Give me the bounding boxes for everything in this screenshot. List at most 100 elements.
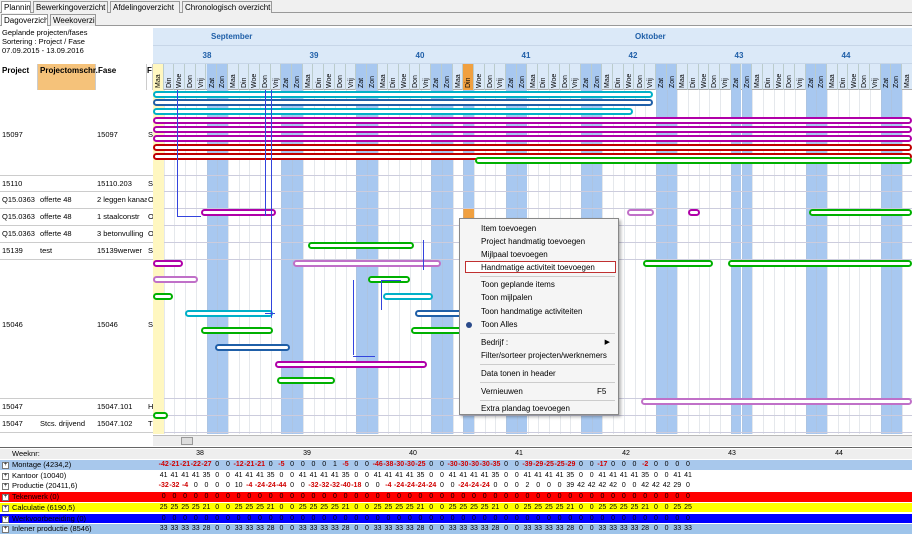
row-fase[interactable]: 2 leggen kanaal (97, 195, 147, 204)
capacity-cell: 0 (643, 493, 648, 501)
gantt-bar[interactable] (153, 91, 653, 98)
horizontal-scrollbar[interactable] (153, 435, 912, 446)
gantt-bar[interactable] (809, 209, 912, 216)
gantt-bar[interactable] (153, 135, 912, 142)
menu-project-handmatig-toevoegen[interactable]: Project handmatig toevoegen (481, 237, 585, 246)
menu-handmatige-activiteit-toevoegen[interactable]: Handmatige activiteit toevoegen (481, 263, 595, 272)
row-omschr[interactable]: offerte 48 (40, 229, 95, 238)
menu-toon-alles[interactable]: Toon Alles (481, 320, 517, 329)
capacity-cell: 0 (514, 525, 519, 533)
scroll-thumb[interactable] (181, 437, 193, 445)
row-fase[interactable]: 15139werwer (97, 246, 147, 255)
menu-vernieuwen[interactable]: Vernieuwen (481, 387, 523, 396)
tab-afdelingoverzicht[interactable]: Afdelingoverzicht (110, 1, 180, 13)
gantt-bar[interactable] (277, 377, 335, 384)
row-fase[interactable]: 15047.101 (97, 402, 147, 411)
col-header-projectomschr[interactable]: Projectomschr. (38, 64, 98, 90)
tab-dagoverzicht[interactable]: Dagoverzicht (1, 14, 48, 26)
row-project[interactable]: 15046 (2, 320, 38, 329)
gantt-bar[interactable] (185, 310, 273, 317)
row-fase[interactable]: 1 staalconstr (97, 212, 147, 221)
menu-data-tonen-header[interactable]: Data tonen in header (481, 369, 556, 378)
expand-icon[interactable]: + (2, 483, 9, 491)
gantt-bar[interactable] (153, 126, 912, 133)
day-header-cell: Don (485, 64, 496, 90)
row-project[interactable]: Q15.0363 (2, 195, 38, 204)
gantt-bar[interactable] (643, 260, 713, 267)
capacity-cell: 33 (619, 525, 628, 533)
gantt-bar[interactable] (383, 293, 433, 300)
day-label: Din (764, 77, 772, 88)
month-header: September Oktober (153, 28, 912, 46)
capacity-cell: 0 (653, 525, 658, 533)
expand-icon[interactable]: + (2, 472, 9, 480)
gantt-bar[interactable] (275, 361, 427, 368)
gantt-bar[interactable] (475, 157, 912, 164)
day-header-cell: Din (239, 64, 250, 90)
gantt-bar[interactable] (153, 293, 173, 300)
gantt-bar[interactable] (153, 276, 198, 283)
capacity-cell: -25 (543, 461, 554, 468)
tab-bewerkingoverzicht[interactable]: Bewerkingoverzicht (33, 1, 108, 13)
capacity-cell: 41 (191, 471, 200, 479)
dependency-line (381, 280, 401, 281)
gantt-bar[interactable] (688, 209, 700, 216)
row-omschr[interactable]: offerte 48 (40, 195, 95, 204)
row-project[interactable]: 15110 (2, 179, 38, 188)
gantt-bar[interactable] (627, 209, 654, 216)
row-fase[interactable]: 15110.203 (97, 179, 147, 188)
row-project[interactable]: Q15.0363 (2, 229, 38, 238)
expand-icon[interactable]: + (2, 515, 9, 523)
tab-weekoverzicht[interactable]: Weekoverzicht (50, 14, 96, 26)
col-header-project[interactable]: Project (0, 64, 38, 90)
menu-toon-geplande-items[interactable]: Toon geplande items (481, 280, 555, 289)
gantt-bar[interactable] (153, 144, 912, 151)
capacity-cell: 0 (504, 471, 509, 479)
row-fase[interactable]: 3 betonvulling (97, 229, 147, 238)
expand-icon[interactable]: + (2, 462, 9, 469)
gantt-bar[interactable] (641, 398, 912, 405)
capacity-cell: 0 (279, 525, 284, 533)
menu-mijlpaal-toevoegen[interactable]: Mijlpaal toevoegen (481, 250, 548, 259)
gantt-bar[interactable] (308, 242, 414, 249)
gantt-bar[interactable] (215, 344, 290, 351)
menu-bedrijf[interactable]: Bedrijf : (481, 338, 508, 347)
row-project[interactable]: 15139 (2, 246, 38, 255)
gantt-bar[interactable] (153, 412, 168, 419)
gantt-bar[interactable] (153, 117, 912, 124)
capacity-cell: 41 (384, 471, 393, 479)
tab-planning[interactable]: Planning (1, 1, 31, 13)
day-header-cell: Woe (324, 64, 335, 90)
gantt-bar[interactable] (201, 327, 273, 334)
row-project[interactable]: 15047 (2, 402, 38, 411)
row-project[interactable]: Q15.0363 (2, 212, 38, 221)
expand-icon[interactable]: + (2, 504, 9, 512)
capacity-cell: 0 (664, 514, 669, 522)
row-project[interactable]: 15047 (2, 419, 38, 428)
row-omschr[interactable]: offerte 48 (40, 212, 95, 221)
row-project[interactable]: 15097 (2, 130, 38, 139)
gantt-bar[interactable] (728, 260, 912, 267)
gantt-bar[interactable] (293, 260, 441, 267)
capacity-cell: 0 (504, 482, 509, 490)
menu-item-toevoegen[interactable]: Item toevoegen (481, 224, 536, 233)
gantt-bar[interactable] (153, 108, 633, 115)
gantt-bar[interactable] (153, 99, 653, 106)
row-omschr[interactable]: test (40, 246, 95, 255)
row-omschr[interactable]: Stcs. drijvend (40, 419, 95, 428)
gantt-bar[interactable] (153, 260, 183, 267)
row-fase[interactable]: 15097 (97, 130, 147, 139)
row-fase[interactable]: 15046 (97, 320, 147, 329)
menu-filter-sorteer[interactable]: Filter/sorteer projecten/werknemers (481, 351, 607, 360)
expand-icon[interactable]: + (2, 526, 9, 534)
row-fase[interactable]: 15047.102 (97, 419, 147, 428)
tab-chronologisch-overzicht[interactable]: Chronologisch overzicht (182, 1, 272, 13)
menu-toon-handmatige-activiteiten[interactable]: Toon handmatige activiteiten (481, 307, 582, 316)
expand-icon[interactable]: + (2, 494, 9, 502)
col-header-fase[interactable]: Fase (96, 64, 147, 90)
menu-toon-mijlpalen[interactable]: Toon mijlpalen (481, 293, 532, 302)
capacity-cell: 25 (309, 503, 318, 511)
menu-extra-plandag-toevoegen[interactable]: Extra plandag toevoegen (481, 404, 570, 413)
day-label: Maa (604, 74, 612, 88)
capacity-cell: 41 (234, 471, 243, 479)
